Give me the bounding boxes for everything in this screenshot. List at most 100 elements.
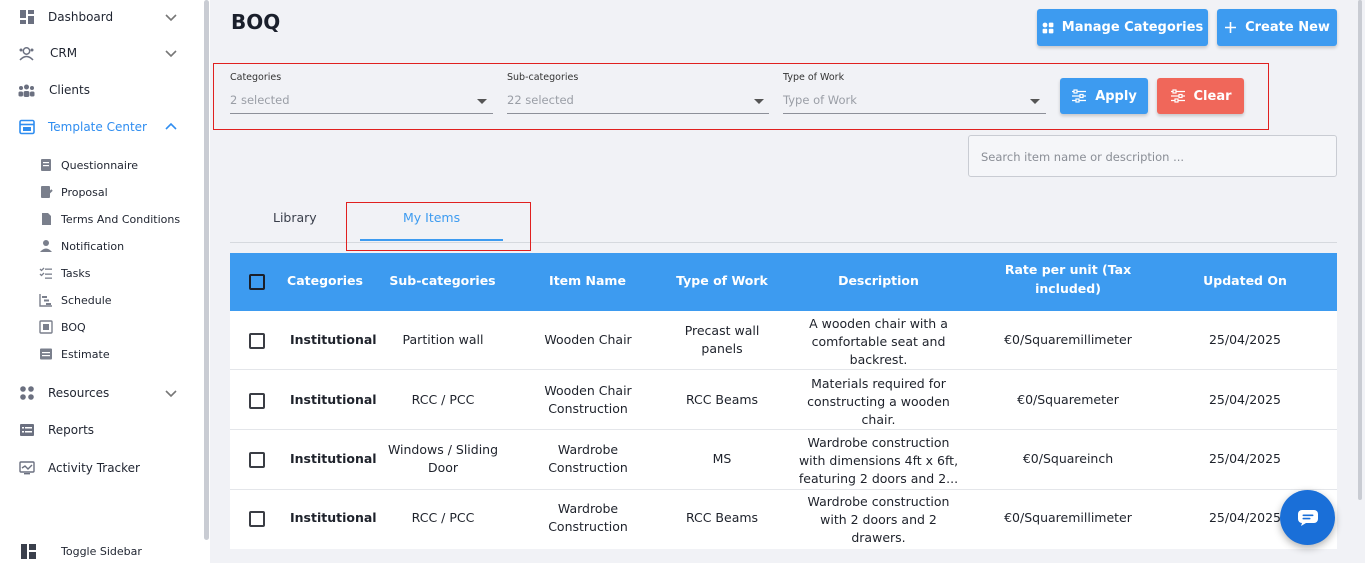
column-header-categories[interactable]: Categories <box>280 273 370 288</box>
cell-subcategory: Partition wall <box>378 331 508 349</box>
sidebar-item-dashboard[interactable]: Dashboard <box>0 2 200 32</box>
subcategories-filter-underline <box>507 113 769 114</box>
apply-button[interactable]: Apply <box>1060 78 1148 114</box>
sidebar-subitem-label: Estimate <box>61 347 110 361</box>
sidebar-subitem-notification[interactable]: Notification <box>0 234 200 258</box>
caret-down-icon[interactable] <box>1030 99 1040 104</box>
template-center-icon <box>18 119 35 136</box>
cell-description-line: with 2 doors and 2 <box>820 512 937 527</box>
page-title: BOQ <box>231 10 281 34</box>
column-header-subcategories[interactable]: Sub-categories <box>380 273 505 288</box>
boq-icon <box>38 320 53 335</box>
crm-icon <box>18 45 35 62</box>
cell-category: Institutional <box>290 451 377 466</box>
cell-updated-on: 25/04/2025 <box>1208 392 1282 407</box>
schedule-icon <box>38 293 53 308</box>
cell-category: Institutional <box>290 510 377 525</box>
subcategories-filter-select[interactable]: 22 selected <box>507 93 574 107</box>
column-header-rate[interactable]: Rate per unit (Tax included) <box>988 262 1148 296</box>
cell-updated-on: 25/04/2025 <box>1208 451 1282 466</box>
create-new-button[interactable]: Create New <box>1217 9 1337 46</box>
sidebar-item-reports[interactable]: Reports <box>0 415 200 445</box>
reports-icon <box>18 422 35 439</box>
sidebar-subitem-label: Proposal <box>61 185 108 199</box>
cell-description-line: Materials required for <box>811 376 946 391</box>
sidebar-subitem-label: Notification <box>61 239 125 253</box>
column-header-rate-line1: Rate per unit (Tax <box>1004 262 1132 277</box>
table-row[interactable]: Institutional RCC / PCC Wardrobe Construc… <box>230 490 1337 549</box>
column-header-description[interactable]: Description <box>810 273 947 288</box>
cell-subcategory: RCC / PCC <box>378 509 508 527</box>
sidebar-item-label: Resources <box>48 386 110 400</box>
row-checkbox[interactable] <box>249 511 265 527</box>
chat-button[interactable] <box>1280 490 1335 545</box>
sidebar-subitem-proposal[interactable]: Proposal <box>0 180 200 204</box>
categories-filter-underline <box>230 113 493 114</box>
search-placeholder: Search item name or description ... <box>981 150 1185 164</box>
tasks-icon <box>38 266 53 281</box>
cell-description-line: featuring 2 doors and 2... <box>798 471 959 486</box>
toggle-sidebar-button[interactable]: Toggle Sidebar <box>0 536 200 563</box>
column-header-updated-on[interactable]: Updated On <box>1190 273 1300 288</box>
type-of-work-filter-select[interactable]: Type of Work <box>783 93 857 107</box>
questionnaire-icon <box>38 158 53 173</box>
toggle-sidebar-label: Toggle Sidebar <box>61 544 142 558</box>
sidebar-subitem-tasks[interactable]: Tasks <box>0 261 200 285</box>
sliders-icon <box>1170 89 1185 103</box>
document-icon <box>38 212 53 227</box>
row-checkbox[interactable] <box>249 452 265 468</box>
categories-filter-select[interactable]: 2 selected <box>230 93 290 107</box>
select-all-checkbox[interactable] <box>249 274 265 290</box>
sidebar-subitem-label: Schedule <box>61 293 112 307</box>
chevron-down-icon <box>165 50 177 58</box>
create-new-label: Create New <box>1245 20 1330 35</box>
cell-description-line: chair. <box>861 412 896 427</box>
cell-category: Institutional <box>290 392 377 407</box>
cell-updated-on: 25/04/2025 <box>1208 332 1282 347</box>
row-checkbox[interactable] <box>249 393 265 409</box>
sidebar-item-label: Clients <box>49 83 90 97</box>
row-checkbox[interactable] <box>249 333 265 349</box>
cell-description-line: Wardrobe construction <box>807 435 950 450</box>
cell-rate: €0/Squaremillimeter <box>1004 510 1132 525</box>
sidebar-item-crm[interactable]: CRM <box>0 38 200 68</box>
sidebar-item-clients[interactable]: Clients <box>0 75 200 105</box>
cell-item-name-line: Construction <box>548 519 628 534</box>
sidebar-subitem-terms[interactable]: Terms And Conditions <box>0 207 200 231</box>
cell-description-line: backrest. <box>849 352 908 367</box>
table-row[interactable]: Institutional Windows / Sliding Door Ward… <box>230 431 1337 490</box>
sidebar-scrollbar[interactable] <box>204 0 209 540</box>
cell-item-name-line: Wooden Chair <box>544 383 632 398</box>
tab-library[interactable]: Library <box>273 210 317 225</box>
tab-highlight-box <box>346 202 531 251</box>
search-input[interactable]: Search item name or description ... <box>968 135 1337 177</box>
sliders-icon <box>1072 89 1087 103</box>
table-row[interactable]: Institutional RCC / PCC Wooden Chair Cons… <box>230 371 1337 430</box>
page-scrollbar[interactable] <box>1358 0 1362 500</box>
cell-subcategory-line: Windows / Sliding <box>387 442 499 457</box>
sidebar-item-label: CRM <box>50 46 78 60</box>
clear-button[interactable]: Clear <box>1157 78 1244 114</box>
sidebar-subitem-label: BOQ <box>61 320 86 334</box>
sidebar-subitem-schedule[interactable]: Schedule <box>0 288 200 312</box>
caret-down-icon[interactable] <box>477 99 487 104</box>
activity-icon <box>18 460 35 477</box>
clients-icon <box>18 82 35 99</box>
sidebar-subitem-label: Terms And Conditions <box>61 212 181 226</box>
cell-work-line: MS <box>712 451 732 466</box>
sidebar-subitem-estimate[interactable]: Estimate <box>0 342 200 366</box>
sidebar-subitem-boq[interactable]: BOQ <box>0 315 200 339</box>
manage-categories-button[interactable]: Manage Categories <box>1037 9 1208 46</box>
sidebar-item-resources[interactable]: Resources <box>0 378 200 408</box>
cell-work-line: panels <box>701 341 743 356</box>
sidebar-item-activity-tracker[interactable]: Activity Tracker <box>0 453 200 483</box>
column-header-type-of-work[interactable]: Type of Work <box>667 273 777 288</box>
sidebar-item-template-center[interactable]: Template Center <box>0 112 200 142</box>
column-header-item-name[interactable]: Item Name <box>530 273 645 288</box>
cell-type-of-work: MS <box>662 450 782 468</box>
caret-down-icon[interactable] <box>754 99 764 104</box>
sidebar-subitem-questionnaire[interactable]: Questionnaire <box>0 153 200 177</box>
chevron-up-icon <box>165 122 177 130</box>
manage-categories-label: Manage Categories <box>1061 20 1204 35</box>
table-row[interactable]: Institutional Partition wall Wooden Chai… <box>230 311 1337 370</box>
